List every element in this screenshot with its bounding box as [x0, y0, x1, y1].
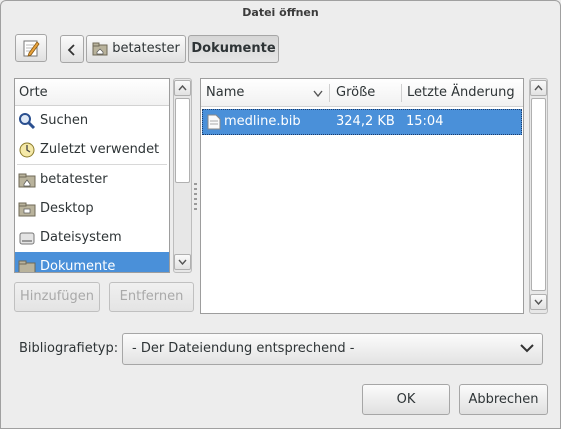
file-row[interactable]: medline.bib 324,2 KB 15:04 — [202, 109, 522, 135]
search-icon — [19, 112, 36, 129]
sidebar-item-label: Desktop — [40, 201, 94, 216]
file-list: Name Größe Letzte Änderung medline.bib 3… — [200, 78, 524, 314]
sidebar-item-home[interactable]: betatester — [15, 165, 169, 194]
edit-location-button[interactable] — [15, 34, 47, 62]
home-folder-icon — [18, 173, 36, 187]
chevron-down-icon — [178, 259, 187, 266]
file-name: medline.bib — [224, 114, 301, 129]
column-header-size[interactable]: Größe — [331, 79, 401, 107]
places-scrollbar[interactable] — [173, 78, 192, 273]
ok-button[interactable]: OK — [362, 384, 450, 415]
filter-label: Bibliografietyp: — [19, 341, 119, 356]
button-label: Hinzufügen — [20, 289, 94, 304]
folder-icon — [18, 260, 36, 272]
chevron-up-icon — [534, 84, 543, 91]
sidebar-item-label: Zuletzt verwendet — [40, 142, 160, 157]
breadcrumb-label: Dokumente — [191, 41, 276, 56]
breadcrumb-dokumente[interactable]: Dokumente — [188, 35, 279, 63]
recent-clock-icon — [19, 142, 35, 157]
column-header-name[interactable]: Name — [201, 79, 329, 107]
back-button[interactable] — [60, 35, 84, 63]
scroll-down-button[interactable] — [174, 254, 191, 270]
sidebar-item-label: Dokumente — [40, 259, 116, 273]
pencil-edit-icon — [23, 40, 40, 57]
scroll-up-button[interactable] — [530, 80, 547, 96]
file-list-header: Name Größe Letzte Änderung — [201, 79, 523, 107]
sidebar-item-label: Suchen — [40, 113, 89, 128]
add-place-button[interactable]: Hinzufügen — [14, 282, 100, 312]
text-file-icon — [207, 114, 221, 130]
scroll-thumb[interactable] — [531, 98, 546, 291]
cancel-button[interactable]: Abbrechen — [459, 384, 548, 415]
scroll-thumb[interactable] — [175, 98, 190, 183]
places-sidebar: Orte Suchen Zuletzt verwendet betatester — [14, 78, 170, 273]
sidebar-item-label: Dateisystem — [40, 230, 122, 245]
file-modified: 15:04 — [406, 114, 444, 129]
button-label: OK — [396, 392, 416, 407]
sidebar-item-desktop[interactable]: Desktop — [15, 194, 169, 223]
filter-selected-value: - Der Dateiendung entsprechend - — [132, 341, 355, 356]
remove-place-button[interactable]: Entfernen — [109, 282, 194, 312]
button-label: Entfernen — [119, 289, 184, 304]
chevron-down-icon — [520, 344, 534, 353]
places-header: Orte — [15, 79, 169, 106]
column-header-modified[interactable]: Letzte Änderung — [402, 79, 523, 107]
column-separator — [329, 84, 330, 102]
pane-resize-handle[interactable] — [194, 183, 197, 211]
chevron-up-icon — [178, 84, 187, 91]
sidebar-item-filesystem[interactable]: Dateisystem — [15, 223, 169, 252]
sidebar-item-recent[interactable]: Zuletzt verwendet — [15, 135, 169, 164]
home-folder-icon — [92, 42, 108, 56]
breadcrumb-label: betatester — [112, 41, 180, 56]
breadcrumb-betatester[interactable]: betatester — [86, 35, 186, 63]
sidebar-item-dokumente[interactable]: Dokumente — [15, 252, 169, 273]
chevron-left-icon — [67, 44, 75, 56]
sidebar-item-label: betatester — [40, 172, 108, 187]
filter-combobox[interactable]: - Der Dateiendung entsprechend - — [122, 333, 543, 365]
scroll-down-button[interactable] — [530, 294, 547, 310]
sort-descending-icon — [313, 90, 323, 97]
window-title: Datei öffnen — [242, 6, 319, 19]
sidebar-item-suchen[interactable]: Suchen — [15, 106, 169, 135]
chevron-down-icon — [534, 299, 543, 306]
file-list-scrollbar[interactable] — [529, 78, 548, 314]
desktop-folder-icon — [18, 202, 36, 216]
button-label: Abbrechen — [468, 392, 539, 407]
drive-icon — [19, 232, 35, 244]
scroll-up-button[interactable] — [174, 80, 191, 96]
file-size: 324,2 KB — [336, 114, 395, 129]
file-open-dialog: Datei öffnen betatester Dokumente Orte S… — [0, 0, 561, 429]
